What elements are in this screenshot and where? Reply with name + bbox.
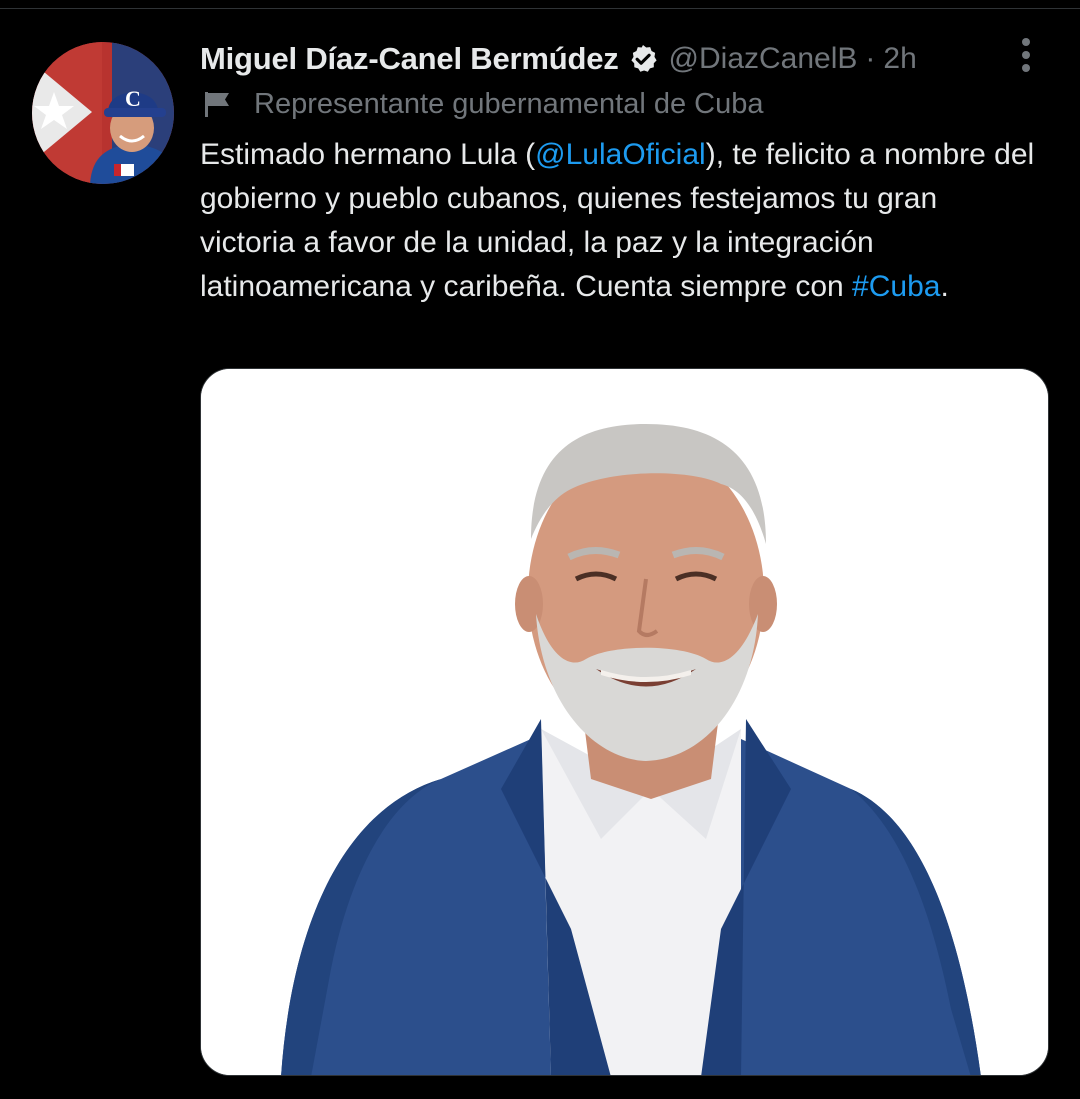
affiliation-label[interactable]: Representante gubernamental de Cuba (200, 84, 763, 124)
author-avatar[interactable]: C (32, 42, 174, 184)
verified-badge-icon (627, 43, 659, 75)
more-options-button[interactable] (1008, 36, 1044, 76)
affiliation-text: Representante gubernamental de Cuba (254, 87, 764, 120)
hashtag-link[interactable]: #Cuba (852, 270, 940, 303)
tweet-text-part-1: Estimado hermano Lula ( (200, 138, 536, 171)
tweet-timestamp[interactable]: 2h (883, 42, 916, 76)
header-separator: · (865, 42, 876, 75)
tweet-body: Estimado hermano Lula (@LulaOficial), te… (200, 133, 1040, 309)
top-divider (0, 8, 1080, 9)
tweet-header: Miguel Díaz-Canel Bermúdez @DiazCanelB ·… (200, 38, 917, 80)
author-handle[interactable]: @DiazCanelB (669, 42, 858, 76)
flag-icon (202, 89, 232, 119)
avatar-image: C (32, 42, 174, 184)
tweet-media-image[interactable] (200, 368, 1049, 1076)
svg-text:C: C (125, 86, 141, 111)
author-display-name[interactable]: Miguel Díaz-Canel Bermúdez (200, 41, 619, 77)
portrait-photo (201, 369, 1048, 1075)
mention-link[interactable]: @LulaOficial (535, 138, 706, 171)
more-options-icon (1022, 38, 1030, 72)
tweet-text-part-3: . (940, 270, 949, 303)
